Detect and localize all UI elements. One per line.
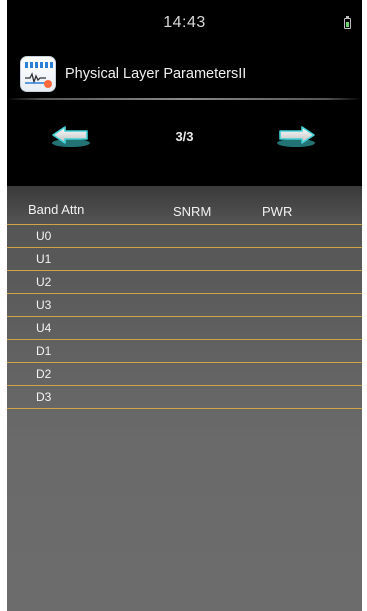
- row-label: D3: [36, 390, 52, 404]
- next-page-button[interactable]: [274, 124, 318, 148]
- page-title: Physical Layer ParametersII: [65, 66, 247, 82]
- row-label: U3: [36, 298, 52, 312]
- table-row: U4: [7, 316, 362, 339]
- title-bar: Physical Layer ParametersII: [7, 52, 362, 96]
- arrow-right-icon: [277, 126, 315, 147]
- dsl-meter-icon: [20, 56, 56, 92]
- table-row: U1: [7, 247, 362, 270]
- table-row: D1: [7, 339, 362, 362]
- row-label: U4: [36, 321, 52, 335]
- row-label: U1: [36, 252, 52, 266]
- row-label: D1: [36, 344, 52, 358]
- pager: 3/3: [7, 116, 362, 160]
- row-label: D2: [36, 367, 52, 381]
- parameters-table: Band Attn SNRM PWR U0 U1 U2 U3 U4 D1 D2 …: [7, 186, 362, 611]
- table-row: D2: [7, 362, 362, 385]
- column-header-band-attn: Band Attn: [28, 202, 85, 217]
- title-divider: [7, 98, 362, 100]
- table-rows: U0 U1 U2 U3 U4 D1 D2 D3: [7, 224, 362, 409]
- status-time: 14:43: [163, 14, 206, 31]
- column-header-pwr: PWR: [262, 204, 293, 219]
- table-row: U2: [7, 270, 362, 293]
- table-row: U0: [7, 224, 362, 247]
- table-header: Band Attn SNRM PWR: [7, 202, 362, 224]
- table-row: D3: [7, 385, 362, 409]
- row-label: U2: [36, 275, 52, 289]
- column-header-snrm: SNRM: [173, 204, 212, 219]
- table-row: U3: [7, 293, 362, 316]
- device-screen: 14:43 Physical Layer ParametersII 3/3 Ba…: [7, 0, 362, 611]
- battery-icon: [344, 16, 351, 29]
- row-label: U0: [36, 229, 52, 243]
- status-bar: 14:43: [7, 0, 362, 36]
